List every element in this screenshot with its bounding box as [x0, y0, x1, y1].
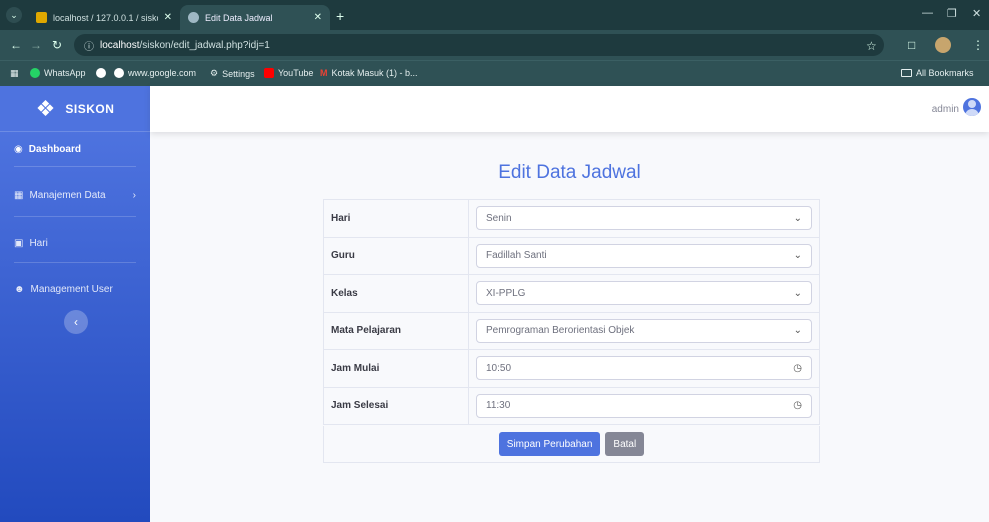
sidebar-item-label: Manajemen Data [29, 190, 106, 201]
google-icon [96, 68, 106, 78]
all-bookmarks[interactable]: All Bookmarks [901, 68, 974, 78]
sidebar-divider [14, 262, 136, 263]
url-host: localhost [100, 39, 140, 51]
sidebar-item-label: Management User [30, 284, 113, 295]
chevron-down-icon: ⌄ [793, 212, 802, 224]
folder-icon [901, 69, 912, 77]
guru-select[interactable]: Fadillah Santi ⌄ [476, 243, 812, 268]
gear-icon: ⚙ [210, 68, 219, 78]
sidebar: ❖ SISKON ◉ Dashboard ▦ Manajemen Data › … [0, 86, 150, 522]
browser-toolbar: ← → ↻ ⓘ localhost/siskon/edit_jadwal.php… [0, 30, 989, 60]
users-icon: ☻ [14, 284, 25, 295]
menu-icon[interactable]: ⋮ [972, 38, 984, 52]
reload-icon[interactable]: ↻ [52, 38, 62, 52]
tab-phpmyadmin[interactable]: localhost / 127.0.0.1 / siskon | p ✕ [28, 5, 180, 30]
edit-jadwal-form: Hari Senin ⌄ Guru Fadillah Santi ⌄ Kelas… [323, 199, 820, 425]
field-label: Kelas [323, 274, 469, 313]
star-icon[interactable]: ☆ [866, 39, 877, 53]
field-label: Guru [323, 236, 469, 275]
kelas-select[interactable]: XI-PPLG ⌄ [476, 281, 812, 306]
tab-search-icon[interactable]: ⌄ [6, 7, 22, 23]
calendar-icon: ▣ [14, 238, 24, 249]
extensions-icon[interactable]: □ [908, 38, 915, 52]
new-tab-icon[interactable]: + [336, 8, 344, 24]
tab-title: Edit Data Jadwal [205, 12, 273, 23]
sidebar-item-label: Hari [29, 238, 48, 249]
whatsapp-icon [30, 68, 40, 78]
chevron-right-icon: › [132, 190, 136, 201]
clock-icon[interactable]: ◷ [793, 363, 802, 374]
form-row-guru: Guru Fadillah Santi ⌄ [323, 236, 820, 275]
mata-pelajaran-select[interactable]: Pemrograman Berorientasi Objek ⌄ [476, 318, 812, 343]
user-name[interactable]: admin [932, 104, 959, 115]
jam-selesai-input[interactable]: 11:30 ◷ [476, 393, 812, 418]
topbar: admin [150, 86, 989, 132]
sidebar-item-manajemen-data[interactable]: ▦ Manajemen Data › [14, 190, 136, 201]
address-bar[interactable]: ⓘ localhost/siskon/edit_jadwal.php?idj=1 [74, 34, 884, 56]
form-actions: Simpan Perubahan Batal [323, 426, 820, 463]
chevron-down-icon: ⌄ [793, 287, 802, 299]
sidebar-divider [14, 216, 136, 217]
url-path: /siskon/edit_jadwal.php?idj=1 [139, 39, 270, 51]
save-button[interactable]: Simpan Perubahan [498, 432, 601, 456]
globe-icon [188, 12, 199, 23]
field-label: Hari [323, 199, 469, 238]
bookmark-settings[interactable]: ⚙ Settings [210, 68, 255, 79]
youtube-icon [264, 68, 274, 78]
close-tab-icon[interactable]: ✕ [164, 12, 172, 23]
bookmark-gmail[interactable]: M Kotak Masuk (1) - b... [320, 68, 418, 78]
page-title: Edit Data Jadwal [498, 162, 641, 183]
close-tab-icon[interactable]: ✕ [314, 12, 322, 23]
jam-mulai-input[interactable]: 10:50 ◷ [476, 356, 812, 381]
form-row-jam-mulai: Jam Mulai 10:50 ◷ [323, 349, 820, 388]
bookmarks-bar: ▦ WhatsApp www.google.com ⚙ Settings You… [0, 60, 989, 86]
form-row-kelas: Kelas XI-PPLG ⌄ [323, 274, 820, 313]
site-info-icon[interactable]: ⓘ [84, 38, 94, 53]
google-icon [114, 68, 124, 78]
dashboard-icon: ◉ [14, 144, 23, 155]
sidebar-toggle-button[interactable]: ‹ [64, 310, 88, 334]
sidebar-item-management-user[interactable]: ☻ Management User [14, 284, 136, 295]
sidebar-brand[interactable]: ❖ SISKON [0, 86, 150, 132]
back-icon[interactable]: ← [10, 38, 22, 52]
gmail-icon: M [320, 68, 328, 78]
field-label: Jam Mulai [323, 349, 469, 388]
bookmark-google-url[interactable]: www.google.com [114, 68, 196, 78]
bookmark-youtube[interactable]: YouTube [264, 68, 313, 78]
form-row-hari: Hari Senin ⌄ [323, 199, 820, 238]
sidebar-item-dashboard[interactable]: ◉ Dashboard [14, 144, 136, 155]
chevron-down-icon: ⌄ [793, 325, 802, 337]
minimize-icon[interactable]: — [922, 7, 933, 19]
cancel-button[interactable]: Batal [605, 432, 645, 456]
profile-avatar[interactable] [935, 37, 951, 53]
bookmark-google[interactable] [96, 68, 106, 78]
clock-icon[interactable]: ◷ [793, 400, 802, 411]
tab-title: localhost / 127.0.0.1 / siskon | p [53, 12, 158, 23]
browser-tabstrip: ⌄ localhost / 127.0.0.1 / siskon | p ✕ E… [0, 0, 989, 30]
sidebar-item-label: Dashboard [28, 144, 81, 155]
close-window-icon[interactable]: ✕ [972, 7, 981, 20]
apps-icon[interactable]: ▦ [10, 68, 19, 79]
form-row-mata-pelajaran: Mata Pelajaran Pemrograman Berorientasi … [323, 311, 820, 350]
restore-icon[interactable]: ❐ [947, 7, 957, 20]
forward-icon[interactable]: → [30, 38, 42, 52]
user-avatar-icon[interactable] [963, 98, 981, 116]
table-icon: ▦ [14, 190, 24, 201]
field-label: Jam Selesai [323, 386, 469, 425]
form-row-jam-selesai: Jam Selesai 11:30 ◷ [323, 386, 820, 425]
phpmyadmin-favicon-icon [36, 12, 47, 23]
hari-select[interactable]: Senin ⌄ [476, 206, 812, 231]
brand-name: SISKON [65, 101, 115, 116]
sidebar-item-hari[interactable]: ▣ Hari [14, 238, 136, 249]
school-logo-icon: ❖ [35, 95, 56, 121]
bookmark-whatsapp[interactable]: WhatsApp [30, 68, 86, 78]
field-label: Mata Pelajaran [323, 311, 469, 350]
chevron-down-icon: ⌄ [793, 250, 802, 262]
tab-edit-jadwal[interactable]: Edit Data Jadwal ✕ [180, 5, 330, 30]
sidebar-divider [14, 166, 136, 167]
